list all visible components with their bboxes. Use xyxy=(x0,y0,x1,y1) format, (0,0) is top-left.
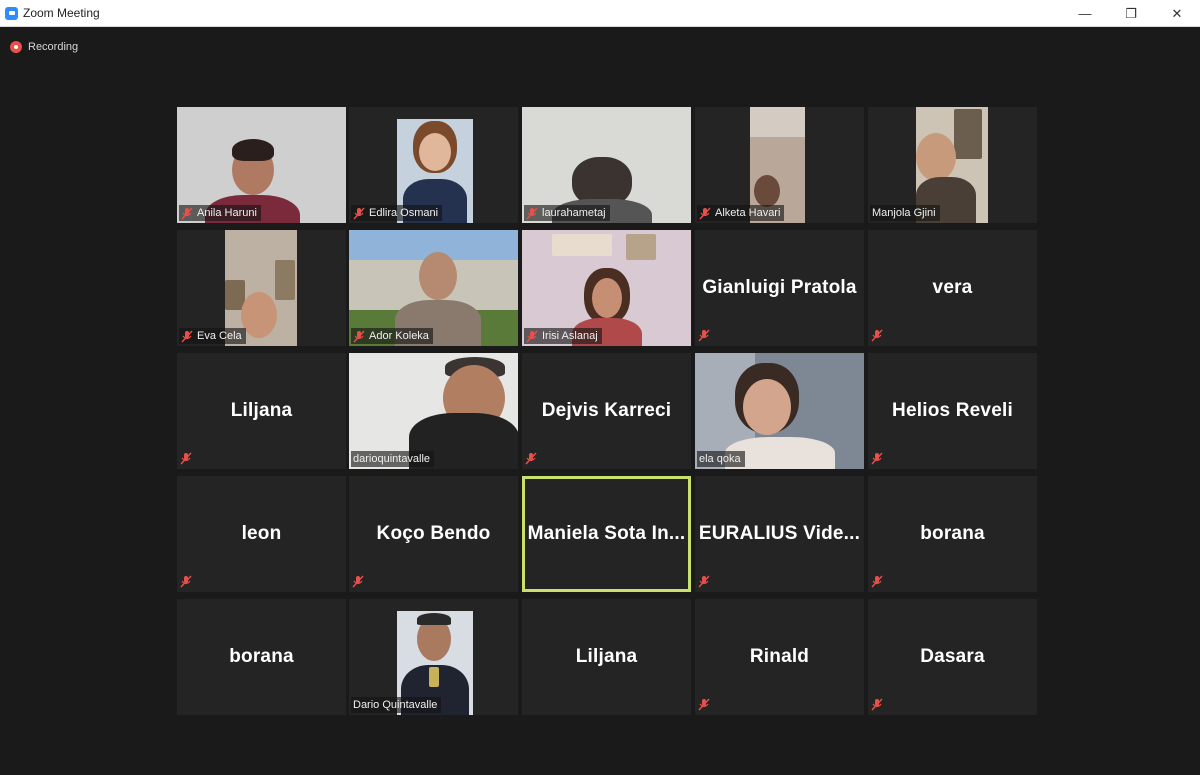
active-speaker-tile[interactable]: Maniela Sota In... xyxy=(522,476,691,592)
muted-mic-icon xyxy=(698,329,710,342)
meeting-stage: Recording Anila Haruni Edlira Osmani lau… xyxy=(0,27,1200,775)
participant-tile[interactable]: Ador Koleka xyxy=(349,230,518,346)
participant-tile[interactable]: borana xyxy=(177,599,346,715)
participant-name: Alketa Havari xyxy=(715,207,781,219)
participant-display-name: leon xyxy=(241,523,282,544)
muted-mic-icon xyxy=(353,207,365,219)
participant-nametag: laurahametaj xyxy=(524,205,610,221)
participant-name: ela qoka xyxy=(699,453,741,465)
participant-tile[interactable]: ela qoka xyxy=(695,353,864,469)
participant-tile[interactable]: Dasara xyxy=(868,599,1037,715)
participant-tile[interactable]: Irisi Aslanaj xyxy=(522,230,691,346)
zoom-app-icon xyxy=(5,6,18,20)
participant-nametag: Irisi Aslanaj xyxy=(524,328,602,344)
participant-nametag: Ador Koleka xyxy=(351,328,433,344)
participant-name: Anila Haruni xyxy=(197,207,257,219)
participant-tile[interactable]: EURALIUS Vide... xyxy=(695,476,864,592)
window-controls: — ❐ ✕ xyxy=(1062,0,1200,27)
participant-display-name: Helios Reveli xyxy=(892,400,1013,421)
participant-nametag: Eva Cela xyxy=(179,328,246,344)
participant-nametag: Manjola Gjini xyxy=(870,205,940,221)
participant-nametag: Edlira Osmani xyxy=(351,205,443,221)
participant-name: Irisi Aslanaj xyxy=(542,330,598,342)
muted-mic-icon xyxy=(180,575,192,588)
participant-name: laurahametaj xyxy=(542,207,606,219)
muted-mic-icon xyxy=(181,207,193,219)
participant-display-name: Liljana xyxy=(575,646,638,667)
participant-tile[interactable]: Helios Reveli xyxy=(868,353,1037,469)
muted-mic-icon xyxy=(698,698,710,711)
muted-mic-icon xyxy=(871,452,883,465)
participant-nametag: ela qoka xyxy=(697,451,745,467)
participant-tile[interactable]: borana xyxy=(868,476,1037,592)
participant-display-name: borana xyxy=(229,646,294,667)
participant-name: darioquintavalle xyxy=(353,453,431,465)
muted-mic-icon xyxy=(526,207,538,219)
muted-mic-icon xyxy=(352,575,364,588)
participant-tile[interactable]: vera xyxy=(868,230,1037,346)
participant-name: Dario Quintavalle xyxy=(353,699,438,711)
window-title: Zoom Meeting xyxy=(23,6,100,20)
participant-display-name: Rinald xyxy=(749,646,810,667)
participant-tile[interactable]: Anila Haruni xyxy=(177,107,346,223)
muted-mic-icon xyxy=(180,452,192,465)
muted-mic-icon xyxy=(699,207,711,219)
maximize-button[interactable]: ❐ xyxy=(1108,0,1154,27)
participant-display-name: Koço Bendo xyxy=(376,523,491,544)
participant-tile[interactable]: Rinald xyxy=(695,599,864,715)
participant-tile[interactable]: leon xyxy=(177,476,346,592)
participant-tile[interactable]: Dejvis Karreci xyxy=(522,353,691,469)
recording-icon xyxy=(10,41,22,53)
participant-name: Ador Koleka xyxy=(369,330,429,342)
close-button[interactable]: ✕ xyxy=(1154,0,1200,27)
muted-mic-icon xyxy=(871,698,883,711)
participant-display-name: Liljana xyxy=(230,400,293,421)
participant-nametag: Dario Quintavalle xyxy=(351,697,442,713)
participant-nametag: Alketa Havari xyxy=(697,205,785,221)
participant-tile[interactable]: Gianluigi Pratola xyxy=(695,230,864,346)
muted-mic-icon xyxy=(525,452,537,465)
participant-name: Eva Cela xyxy=(197,330,242,342)
muted-mic-icon xyxy=(871,575,883,588)
participant-tile[interactable]: Edlira Osmani xyxy=(349,107,518,223)
participant-display-name: Maniela Sota In... xyxy=(527,523,686,544)
muted-mic-icon xyxy=(181,330,193,342)
participant-tile[interactable]: Alketa Havari xyxy=(695,107,864,223)
participant-nametag: Anila Haruni xyxy=(179,205,261,221)
gallery-view: Anila Haruni Edlira Osmani laurahametaj xyxy=(177,107,1037,717)
muted-mic-icon xyxy=(353,330,365,342)
minimize-button[interactable]: — xyxy=(1062,0,1108,27)
participant-display-name: vera xyxy=(932,277,973,298)
participant-display-name: borana xyxy=(920,523,985,544)
participant-tile[interactable]: Liljana xyxy=(522,599,691,715)
participant-tile[interactable]: Koço Bendo xyxy=(349,476,518,592)
muted-mic-icon xyxy=(526,330,538,342)
participant-display-name: EURALIUS Vide... xyxy=(698,523,861,544)
participant-tile[interactable]: darioquintavalle xyxy=(349,353,518,469)
participant-nametag: darioquintavalle xyxy=(351,451,435,467)
title-bar: Zoom Meeting — ❐ ✕ xyxy=(0,0,1200,27)
participant-display-name: Dasara xyxy=(920,646,985,667)
participant-name: Manjola Gjini xyxy=(872,207,936,219)
participant-display-name: Gianluigi Pratola xyxy=(702,277,857,298)
participant-tile[interactable]: Liljana xyxy=(177,353,346,469)
muted-mic-icon xyxy=(871,329,883,342)
participant-tile[interactable]: Manjola Gjini xyxy=(868,107,1037,223)
recording-label: Recording xyxy=(28,41,79,53)
participant-name: Edlira Osmani xyxy=(369,207,439,219)
recording-indicator[interactable]: Recording xyxy=(10,41,78,53)
muted-mic-icon xyxy=(698,575,710,588)
participant-tile[interactable]: Dario Quintavalle xyxy=(349,599,518,715)
participant-display-name: Dejvis Karreci xyxy=(541,400,672,421)
participant-tile[interactable]: Eva Cela xyxy=(177,230,346,346)
participant-tile[interactable]: laurahametaj xyxy=(522,107,691,223)
